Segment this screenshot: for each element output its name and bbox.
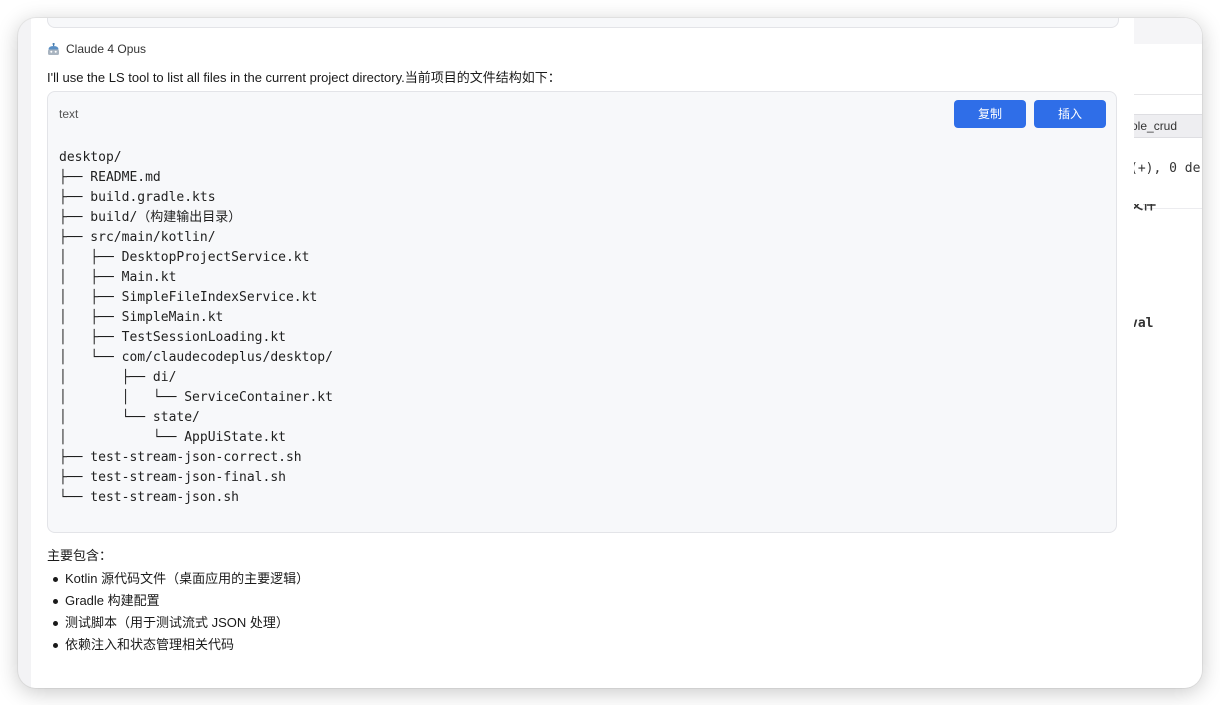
code-line: │ ├── TestSessionLoading.kt — [59, 330, 286, 345]
code-line: │ └── AppUiState.kt — [59, 430, 286, 445]
code-line: │ │ └── ServiceContainer.kt — [59, 390, 333, 405]
previous-message-block — [47, 18, 1119, 28]
list-item: 测试脚本（用于测试流式 JSON 处理） — [47, 612, 309, 634]
code-line: ├── test-stream-json-final.sh — [59, 470, 286, 485]
app-window: ole_crud (+), 0 de 文件 val Claude 4 Opus … — [18, 18, 1202, 688]
background-editor-window[interactable]: ole_crud (+), 0 de 文件 val — [1130, 18, 1202, 688]
summary-title: 主要包含： — [47, 548, 113, 563]
chat-panel: Claude 4 Opus I'll use the LS tool to li… — [31, 18, 1134, 688]
summary-list: Kotlin 源代码文件（桌面应用的主要逻辑） Gradle 构建配置 测试脚本… — [47, 568, 309, 656]
insert-button[interactable]: 插入 — [1034, 100, 1106, 128]
message-intro: I'll use the LS tool to list all files i… — [47, 70, 561, 85]
code-line: │ ├── di/ — [59, 370, 177, 385]
copy-button[interactable]: 复制 — [954, 100, 1026, 128]
background-file-tab[interactable]: ole_crud — [1130, 114, 1202, 138]
sender-name: Claude 4 Opus — [66, 42, 147, 56]
background-code-line: 文件 — [1130, 204, 1157, 212]
code-line: ├── README.md — [59, 170, 161, 185]
code-line: │ ├── DesktopProjectService.kt — [59, 250, 310, 265]
code-block: text 复制 插入 desktop/ ├── README.md ├── bu… — [47, 91, 1117, 533]
code-line: │ └── state/ — [59, 410, 200, 425]
message-sender: Claude 4 Opus — [47, 42, 146, 56]
robot-icon — [47, 42, 60, 56]
code-line: │ └── com/claudecodeplus/desktop/ — [59, 350, 333, 365]
code-line: └── test-stream-json.sh — [59, 490, 240, 505]
code-language-label: text — [59, 107, 79, 121]
background-tab-strip — [1130, 18, 1202, 45]
code-line: │ ├── Main.kt — [59, 270, 177, 285]
code-line: │ ├── SimpleMain.kt — [59, 310, 224, 325]
code-content[interactable]: desktop/ ├── README.md ├── build.gradle.… — [59, 148, 333, 508]
code-line: ├── test-stream-json-correct.sh — [59, 450, 302, 465]
list-item: 依赖注入和状态管理相关代码 — [47, 634, 309, 656]
list-item: Gradle 构建配置 — [47, 590, 309, 612]
code-line: ├── build.gradle.kts — [59, 190, 216, 205]
background-code-line: (+), 0 de — [1130, 161, 1201, 176]
list-item: Kotlin 源代码文件（桌面应用的主要逻辑） — [47, 568, 309, 590]
background-toolbar — [1130, 44, 1202, 95]
code-line: ├── build/（构建输出目录） — [59, 210, 242, 225]
code-line: │ ├── SimpleFileIndexService.kt — [59, 290, 318, 305]
background-code-line: val — [1130, 316, 1154, 331]
code-line: ├── src/main/kotlin/ — [59, 230, 216, 245]
code-line: desktop/ — [59, 150, 122, 165]
